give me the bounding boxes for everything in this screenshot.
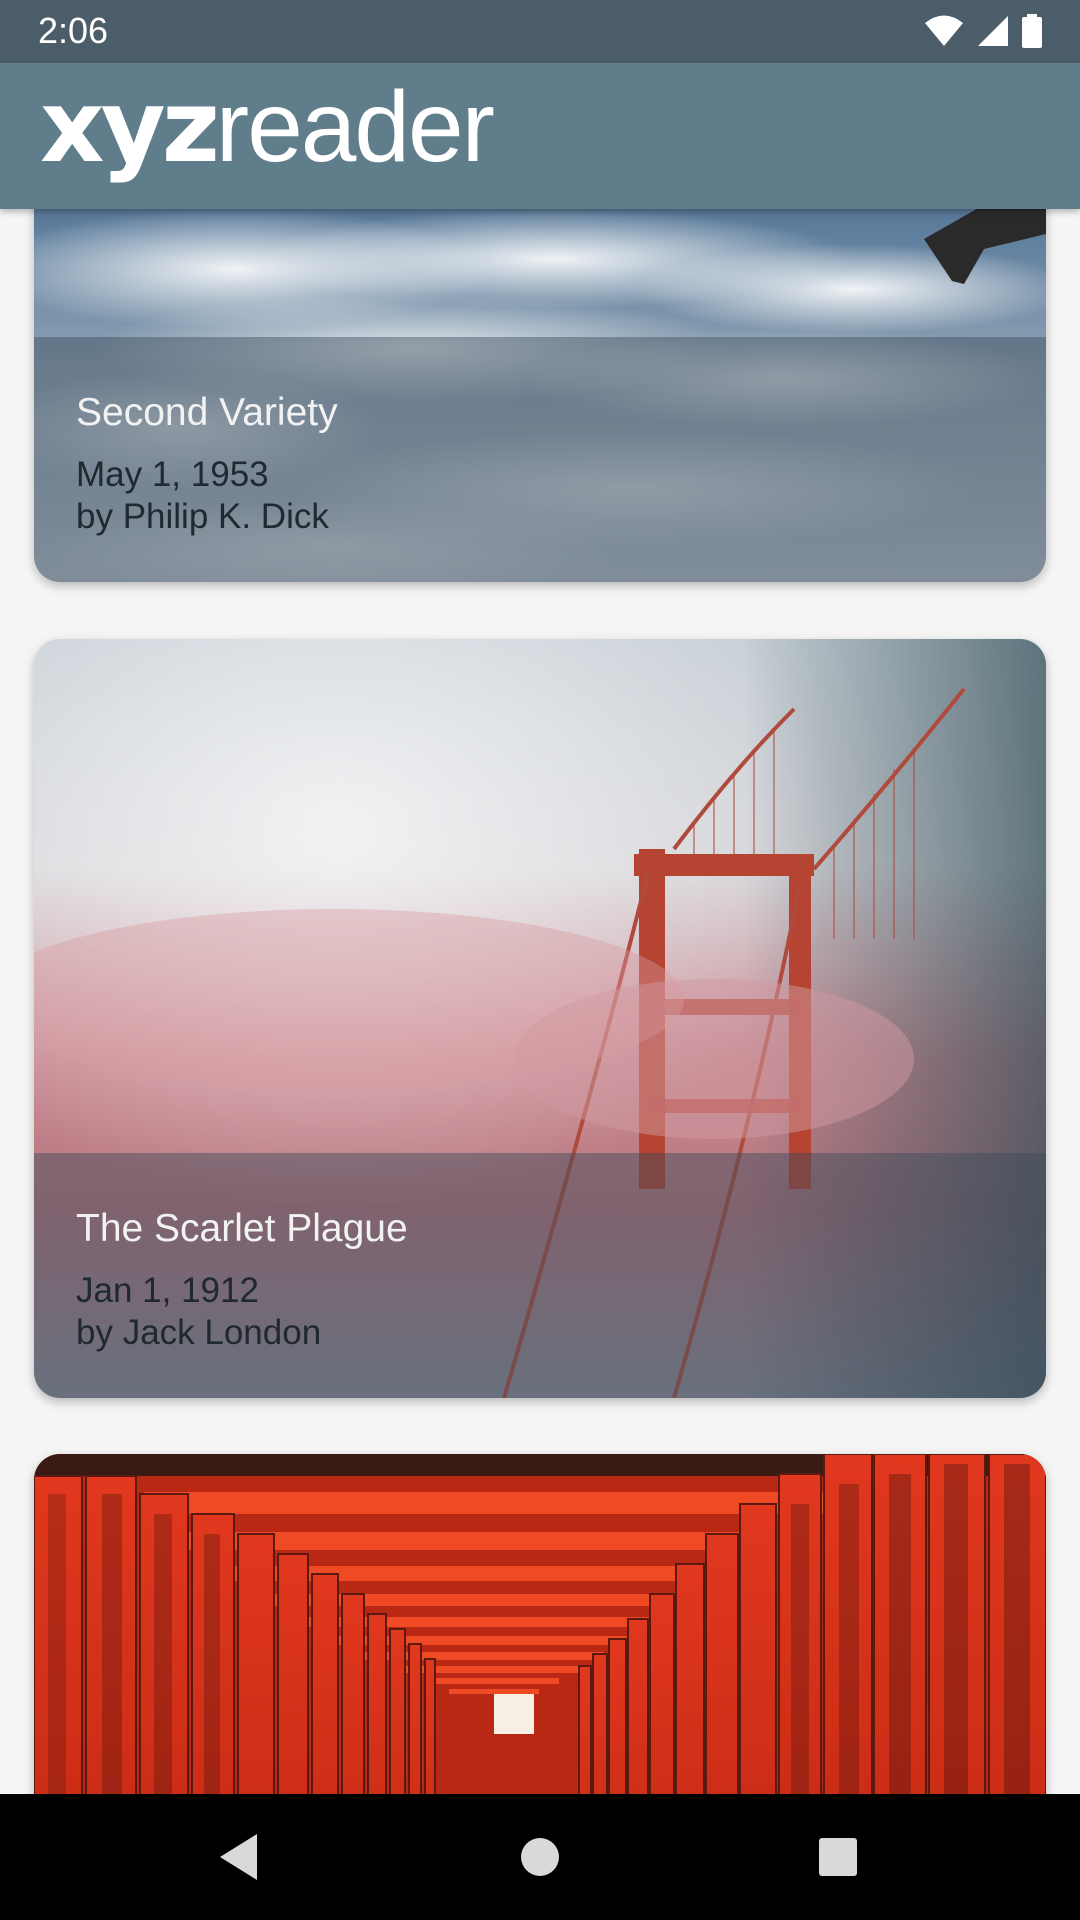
article-card[interactable]: The Scarlet Plague Jan 1, 1912 by Jack L… [34, 639, 1046, 1398]
article-title: Second Variety [76, 391, 338, 434]
wifi-icon [925, 15, 963, 46]
app-logo: xyzreader [40, 68, 495, 185]
article-card[interactable]: Second Variety May 1, 1953 by Philip K. … [34, 209, 1046, 582]
cell-signal-icon [978, 16, 1008, 46]
status-bar: 2:06 [0, 0, 1080, 63]
article-title: The Scarlet Plague [76, 1207, 408, 1250]
home-icon[interactable] [520, 1832, 560, 1882]
navigation-bar [0, 1794, 1080, 1920]
article-list[interactable]: Second Variety May 1, 1953 by Philip K. … [0, 209, 1080, 1794]
article-author: by Philip K. Dick [76, 497, 329, 536]
article-author: by Jack London [76, 1313, 322, 1352]
article-date: Jan 1, 1912 [76, 1271, 259, 1310]
back-icon[interactable] [217, 1832, 261, 1882]
recents-icon[interactable] [818, 1832, 858, 1882]
article-thumbnail [34, 1454, 1046, 1794]
status-icons [924, 14, 1042, 48]
status-time: 2:06 [38, 10, 109, 51]
battery-icon [1022, 14, 1042, 48]
article-card[interactable] [34, 1454, 1046, 1794]
app-bar: xyzreader [0, 63, 1080, 209]
article-date: May 1, 1953 [76, 455, 269, 494]
